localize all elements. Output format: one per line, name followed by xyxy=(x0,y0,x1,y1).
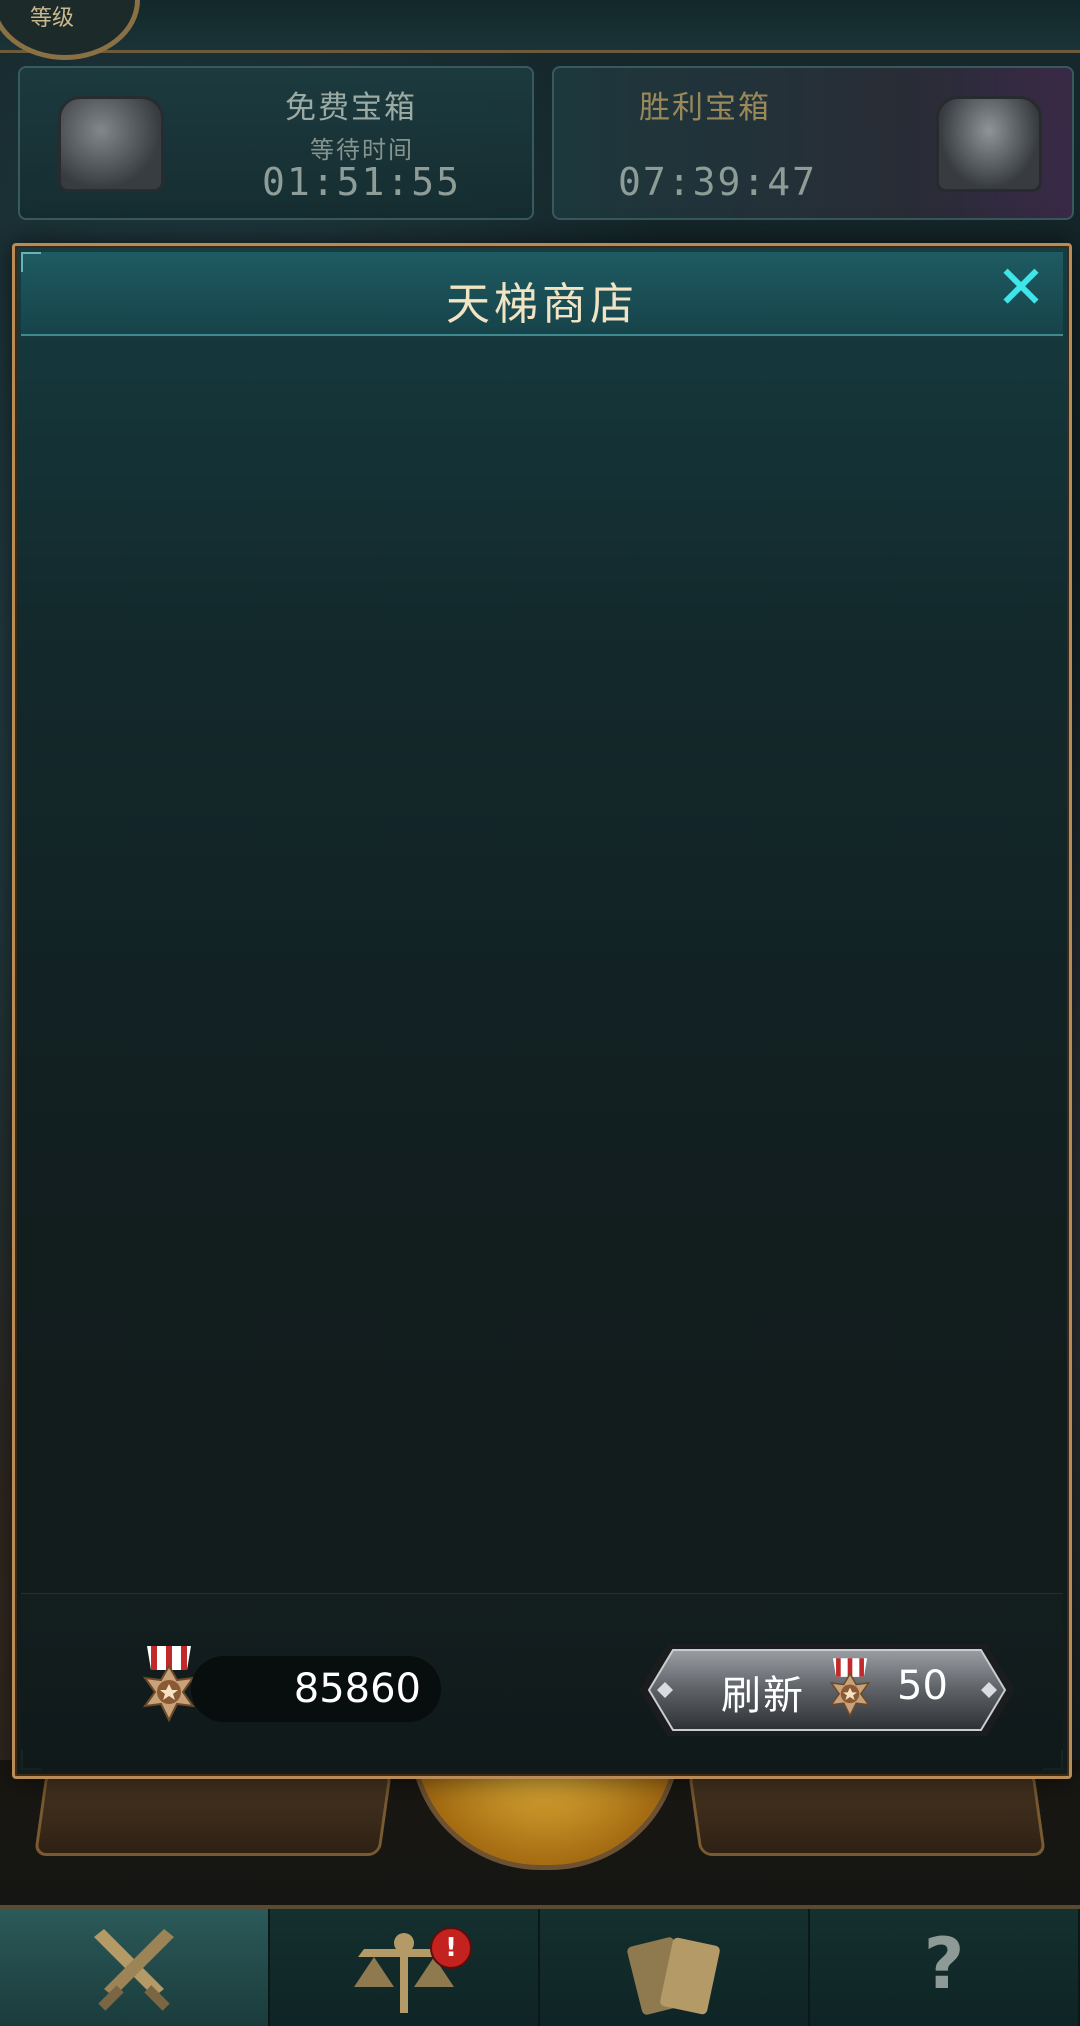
free-chest-timer: 01:51:55 xyxy=(262,160,462,204)
victory-chest-title: 胜利宝箱 xyxy=(639,90,771,126)
close-icon: ✕ xyxy=(995,253,1047,323)
free-chest-card[interactable]: 免费宝箱 等待时间 01:51:55 xyxy=(18,66,534,220)
dialog-header: 天梯商店 ✕ xyxy=(21,252,1063,336)
dialog-footer: 85860 刷新 50 xyxy=(21,1593,1063,1770)
balance-value: 85860 xyxy=(293,1666,421,1712)
refresh-label: 刷新 xyxy=(721,1673,805,1719)
nav-tab-ladder[interactable]: ! xyxy=(270,1909,540,2026)
refresh-button[interactable]: 刷新 50 xyxy=(637,1638,1017,1742)
ladder-medal-icon xyxy=(829,1658,871,1718)
level-label: 等级 xyxy=(30,6,75,31)
shop-item-list[interactable] xyxy=(21,338,1063,1592)
free-chest-title: 免费宝箱 xyxy=(285,90,417,126)
chest-icon xyxy=(58,96,164,192)
victory-chest-timer: 07:39:47 xyxy=(618,160,818,204)
nav-tab-cards[interactable] xyxy=(540,1909,810,2026)
dialog-title: 天梯商店 xyxy=(446,279,638,330)
top-bar: 等级 xyxy=(0,0,1080,60)
corner-ornament xyxy=(21,252,41,272)
crossed-swords-icon xyxy=(94,1929,174,2011)
arena-button[interactable] xyxy=(687,1770,1047,1856)
bottom-nav-bar: ! ? xyxy=(0,1905,1080,2026)
dungeon-button[interactable] xyxy=(33,1770,393,1856)
chest-icon xyxy=(936,96,1042,192)
notification-badge: ! xyxy=(430,1927,472,1969)
ladder-currency-balance: 85860 xyxy=(191,1656,441,1722)
refresh-cost: 50 xyxy=(897,1663,948,1709)
cards-icon xyxy=(627,1937,720,2015)
nav-tab-help[interactable]: ? xyxy=(810,1909,1080,2026)
close-button[interactable]: ✕ xyxy=(991,258,1051,318)
question-icon: ? xyxy=(923,1923,965,2005)
ladder-shop-dialog: 天梯商店 ✕ 85860 刷新 50 xyxy=(12,243,1072,1779)
nav-tab-battle[interactable] xyxy=(0,1909,270,2026)
victory-chest-card[interactable]: 胜利宝箱 07:39:47 xyxy=(552,66,1074,220)
